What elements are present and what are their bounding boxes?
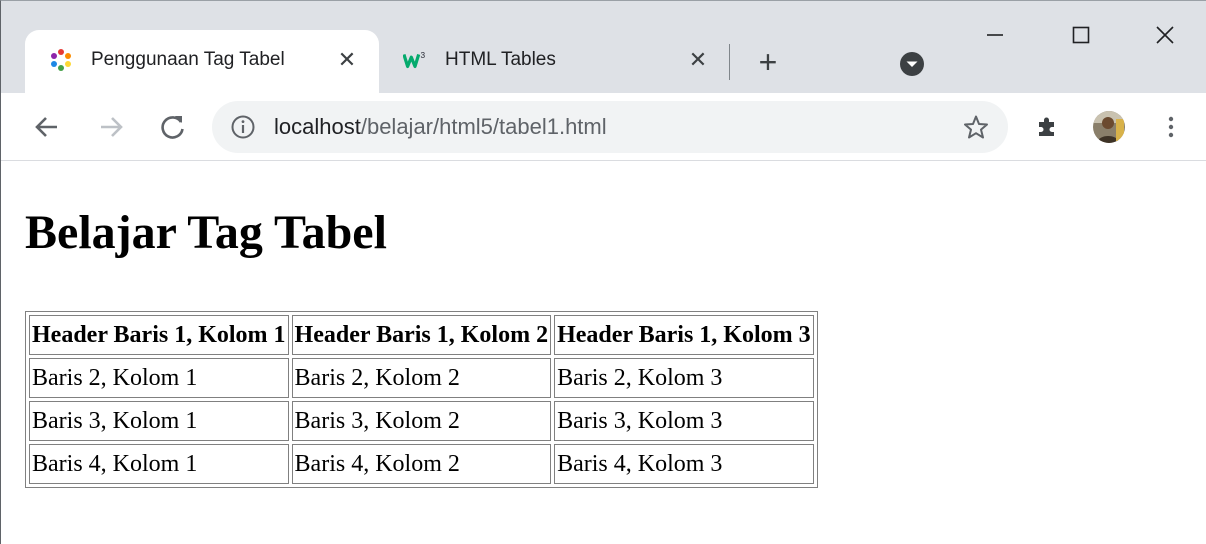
data-table: Header Baris 1, Kolom 1 Header Baris 1, … xyxy=(25,311,818,488)
new-tab-button[interactable]: + xyxy=(749,43,787,81)
avatar-icon xyxy=(1093,111,1125,143)
puzzle-icon xyxy=(1039,117,1054,136)
chevron-down-icon xyxy=(900,52,924,76)
table-cell: Baris 3, Kolom 1 xyxy=(29,401,289,441)
reload-button[interactable] xyxy=(153,107,193,147)
arrow-right-icon xyxy=(101,117,123,137)
tab-separator xyxy=(729,44,730,80)
page-heading: Belajar Tag Tabel xyxy=(25,206,387,259)
maximize-icon xyxy=(1072,26,1090,44)
url-text: localhost/belajar/html5/tabel1.html xyxy=(274,114,607,140)
table-header-cell: Header Baris 1, Kolom 1 xyxy=(29,315,289,355)
extensions-button[interactable] xyxy=(1027,107,1067,147)
tab-title: HTML Tables xyxy=(445,49,556,70)
table-row: Baris 4, Kolom 1 Baris 4, Kolom 2 Baris … xyxy=(29,444,814,484)
url-host: localhost xyxy=(274,114,361,139)
browser-window: Penggunaan Tag Tabel ✕ 3 HTML Tables ✕ + xyxy=(0,0,1206,544)
info-icon xyxy=(231,115,255,139)
tab-title: Penggunaan Tag Tabel xyxy=(91,49,285,70)
forward-button[interactable] xyxy=(91,107,131,147)
table-cell: Baris 3, Kolom 2 xyxy=(291,401,552,441)
table-row: Baris 3, Kolom 1 Baris 3, Kolom 2 Baris … xyxy=(29,401,814,441)
browser-menu-button[interactable] xyxy=(1151,107,1191,147)
table-cell: Baris 2, Kolom 1 xyxy=(29,358,289,398)
address-bar[interactable]: localhost/belajar/html5/tabel1.html xyxy=(212,101,1008,153)
close-tab-icon[interactable]: ✕ xyxy=(333,46,361,74)
kebab-menu-icon xyxy=(1168,116,1174,138)
table-cell: Baris 2, Kolom 3 xyxy=(554,358,814,398)
arrow-left-icon xyxy=(35,117,57,137)
back-button[interactable] xyxy=(27,107,67,147)
close-tab-icon[interactable]: ✕ xyxy=(684,46,712,74)
table-header-row: Header Baris 1, Kolom 1 Header Baris 1, … xyxy=(29,315,814,355)
tab-html-tables[interactable]: 3 HTML Tables ✕ xyxy=(379,30,729,93)
tab-strip: Penggunaan Tag Tabel ✕ 3 HTML Tables ✕ + xyxy=(1,1,1206,93)
tab-penggunaan-tag-tabel[interactable]: Penggunaan Tag Tabel ✕ xyxy=(25,30,379,93)
star-icon xyxy=(964,115,988,139)
table-header-cell: Header Baris 1, Kolom 3 xyxy=(554,315,814,355)
w3schools-icon: 3 xyxy=(403,48,427,72)
table-cell: Baris 4, Kolom 3 xyxy=(554,444,814,484)
colorful-gear-icon xyxy=(49,48,73,72)
table-cell: Baris 4, Kolom 1 xyxy=(29,444,289,484)
close-icon xyxy=(1156,26,1174,44)
table-row: Baris 2, Kolom 1 Baris 2, Kolom 2 Baris … xyxy=(29,358,814,398)
profile-avatar[interactable] xyxy=(1089,107,1129,147)
bookmark-star-button[interactable] xyxy=(960,111,992,143)
maximize-button[interactable] xyxy=(1051,15,1111,55)
table-cell: Baris 2, Kolom 2 xyxy=(291,358,552,398)
table-cell: Baris 3, Kolom 3 xyxy=(554,401,814,441)
minimize-icon xyxy=(987,34,1003,36)
minimize-button[interactable] xyxy=(965,15,1025,55)
svg-text:3: 3 xyxy=(421,50,426,60)
reload-icon xyxy=(161,116,184,139)
page-content: Belajar Tag Tabel Header Baris 1, Kolom … xyxy=(1,161,1206,544)
close-window-button[interactable] xyxy=(1135,15,1195,55)
tab-search-button[interactable] xyxy=(898,50,926,78)
browser-toolbar: localhost/belajar/html5/tabel1.html xyxy=(1,93,1206,161)
table-cell: Baris 4, Kolom 2 xyxy=(291,444,552,484)
table-header-cell: Header Baris 1, Kolom 2 xyxy=(291,315,552,355)
url-path: /belajar/html5/tabel1.html xyxy=(360,114,607,139)
